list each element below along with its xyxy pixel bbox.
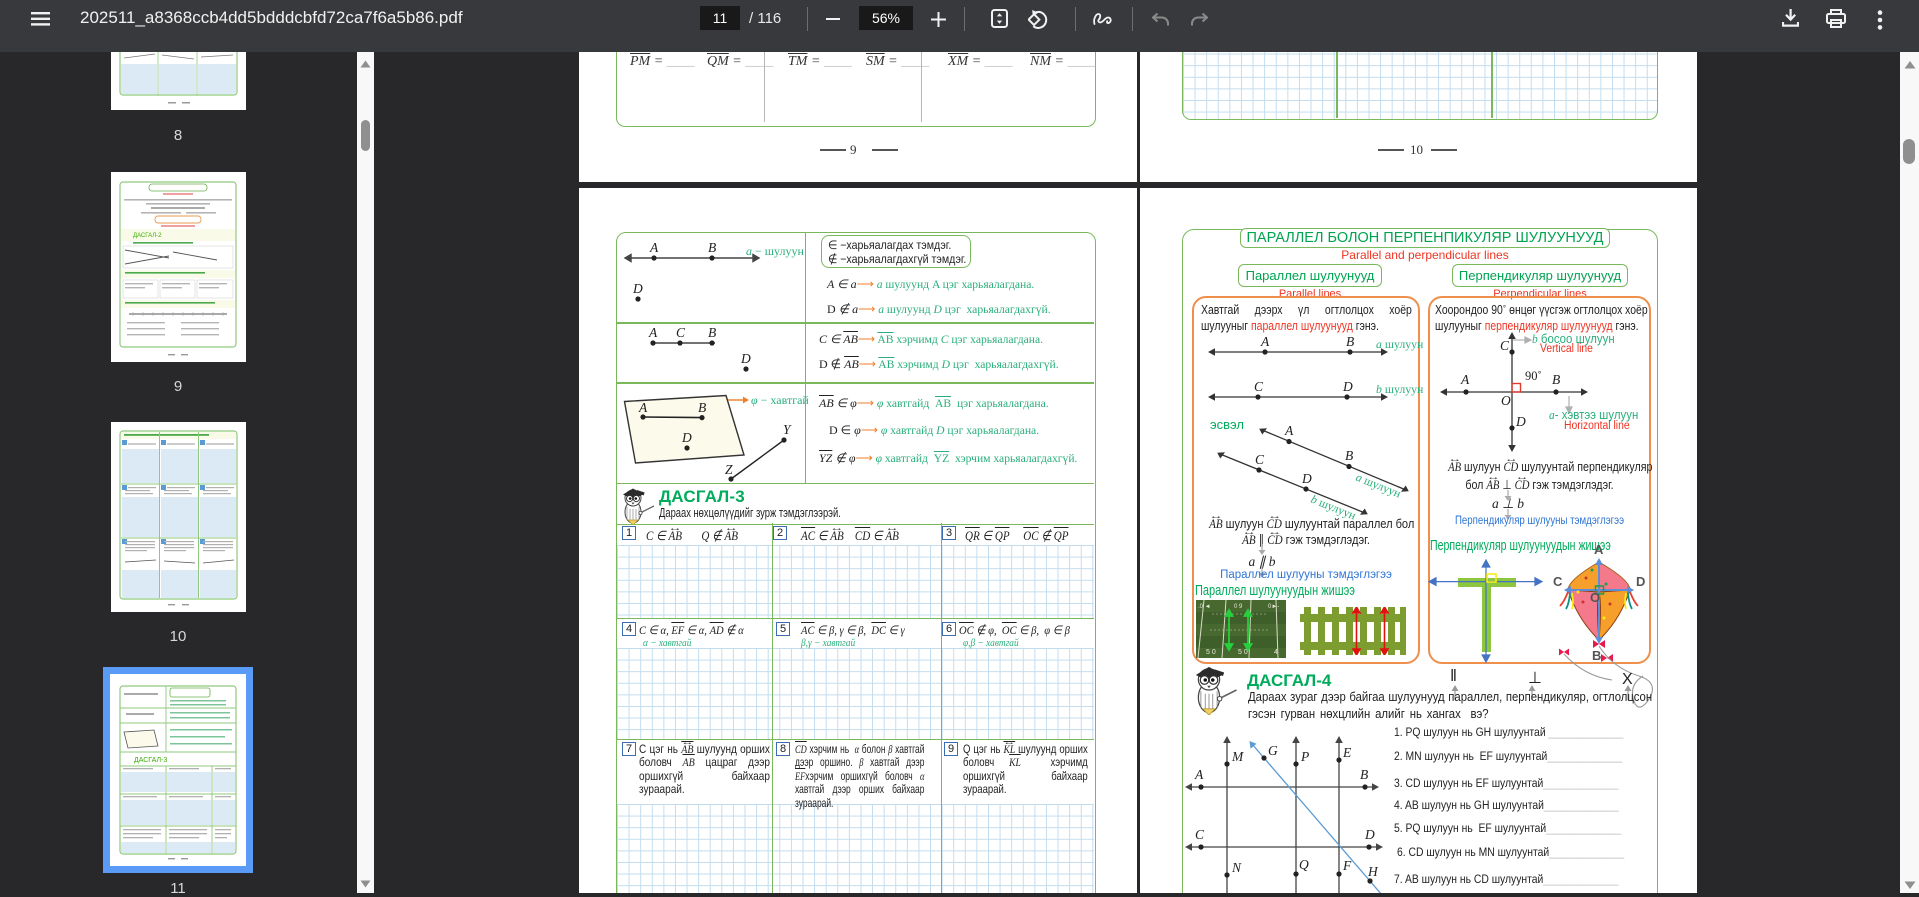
svg-text:A: A [1260,334,1270,349]
svg-text:a шулуун: a шулуун [1354,470,1404,501]
svg-text:A: A [648,325,658,340]
svg-text:.0 ◄: .0 ◄ [1198,604,1211,610]
svg-text:D: D [1301,471,1312,486]
svg-text:B: B [1552,372,1560,387]
svg-text:C: C [676,325,686,340]
svg-text:C: C [1255,452,1265,467]
svg-text:B: B [708,325,716,340]
svg-text:A: A [1594,542,1604,557]
svg-text:Y: Y [783,422,792,437]
svg-text:B: B [708,240,716,255]
svg-text:5 0: 5 0 [1206,649,1216,656]
svg-text:C: C [1500,338,1510,353]
svg-text:C: C [1553,574,1563,589]
svg-text:ДАСГАЛ-2: ДАСГАЛ-2 [133,233,162,239]
svg-text:A: A [1284,423,1294,438]
svg-text:P: P [1300,749,1309,764]
svg-text:A: A [1194,767,1204,782]
svg-text:D: D [1515,414,1526,429]
svg-text:0 9: 0 9 [1234,604,1243,610]
svg-text:ДАСГАЛ-3: ДАСГАЛ-3 [134,757,167,764]
svg-text:B: B [1345,448,1353,463]
svg-text:D: D [740,351,751,366]
svg-text:A: A [1460,372,1470,387]
svg-text:O: O [1501,393,1511,408]
svg-text:D: D [1342,379,1353,394]
svg-text:D: D [1364,827,1375,842]
svg-text:Q: Q [1299,857,1309,872]
svg-text:A: A [649,240,659,255]
svg-text:B: B [1346,334,1354,349]
svg-text:D: D [1636,574,1645,589]
svg-text:0►-: 0►- [1268,604,1279,610]
svg-text:a шулуун: a шулуун [1376,337,1424,351]
svg-text:H: H [1367,864,1379,879]
svg-text:b шулуун: b шулуун [1376,382,1424,396]
svg-text:G: G [1268,743,1278,758]
svg-text:B: B [1592,648,1601,663]
svg-text:Z: Z [725,462,733,477]
svg-text:N: N [1231,860,1242,875]
svg-text:90˚: 90˚ [1525,369,1542,383]
svg-text:O: O [1590,590,1600,605]
svg-text:A: A [638,400,648,415]
svg-text:4: 4 [1274,649,1278,656]
svg-text:D: D [632,281,643,296]
svg-text:5 0: 5 0 [1238,649,1248,656]
svg-text:B: B [698,400,706,415]
svg-text:E: E [1342,745,1352,760]
svg-text:C: C [1195,827,1205,842]
svg-text:B: B [1360,767,1368,782]
svg-text:C: C [1254,379,1264,394]
svg-text:M: M [1231,749,1244,764]
svg-text:D: D [681,430,692,445]
svg-text:F: F [1342,858,1352,873]
